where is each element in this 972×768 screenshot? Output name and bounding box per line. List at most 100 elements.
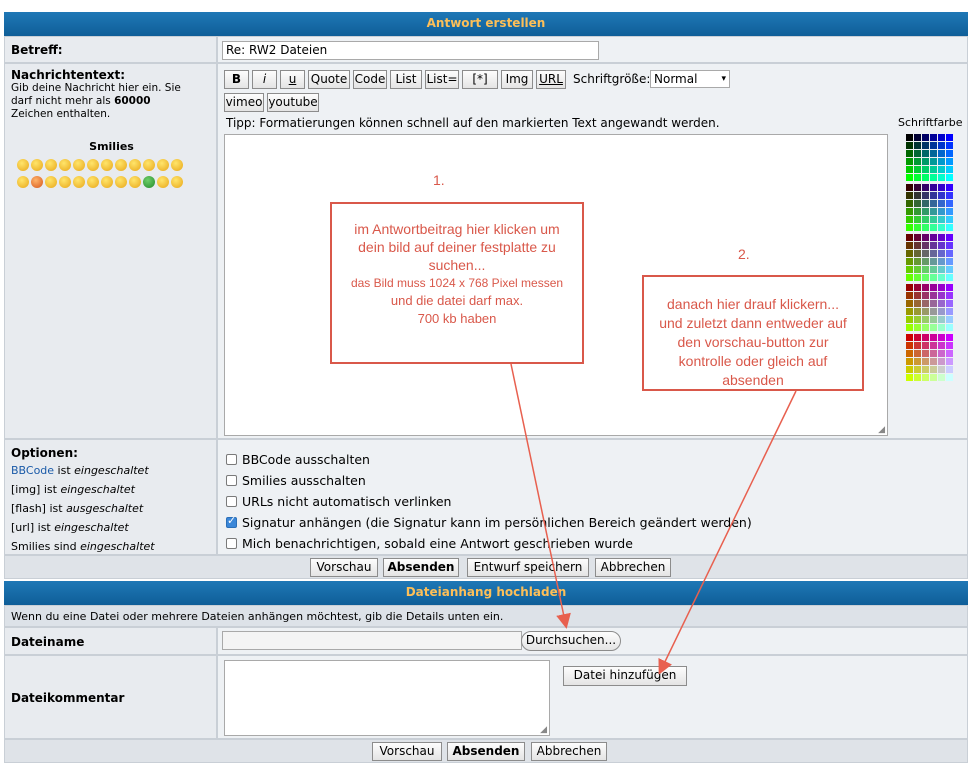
option-checkbox-label[interactable]: Mich benachrichtigen, sobald eine Antwor… <box>242 536 633 551</box>
color-swatch[interactable] <box>914 242 921 249</box>
smiley-icon[interactable] <box>59 176 71 188</box>
color-swatch[interactable] <box>930 292 937 299</box>
color-swatch[interactable] <box>914 158 921 165</box>
color-swatch[interactable] <box>922 216 929 223</box>
smiley-icon[interactable] <box>101 176 113 188</box>
toolbar-button-quote[interactable]: Quote <box>308 70 350 89</box>
color-swatch[interactable] <box>930 342 937 349</box>
color-swatch[interactable] <box>946 200 953 207</box>
color-swatch[interactable] <box>930 334 937 341</box>
smiley-icon[interactable] <box>101 159 113 171</box>
color-swatch[interactable] <box>930 258 937 265</box>
color-swatch[interactable] <box>946 216 953 223</box>
color-swatch[interactable] <box>906 350 913 357</box>
color-swatch[interactable] <box>946 258 953 265</box>
color-swatch[interactable] <box>922 258 929 265</box>
color-swatch[interactable] <box>922 284 929 291</box>
color-swatch[interactable] <box>938 274 945 281</box>
smiley-icon[interactable] <box>115 176 127 188</box>
color-swatch[interactable] <box>938 350 945 357</box>
color-swatch[interactable] <box>922 174 929 181</box>
color-swatch[interactable] <box>946 350 953 357</box>
color-swatch[interactable] <box>922 200 929 207</box>
color-swatch[interactable] <box>914 366 921 373</box>
color-swatch[interactable] <box>930 374 937 381</box>
smiley-icon[interactable] <box>87 176 99 188</box>
smiley-icon[interactable] <box>157 176 169 188</box>
color-swatch[interactable] <box>946 184 953 191</box>
color-swatch[interactable] <box>906 216 913 223</box>
color-swatch[interactable] <box>914 250 921 257</box>
color-swatch[interactable] <box>930 134 937 141</box>
smiley-icon[interactable] <box>17 176 29 188</box>
smiley-icon[interactable] <box>171 176 183 188</box>
color-swatch[interactable] <box>946 150 953 157</box>
color-swatch[interactable] <box>914 374 921 381</box>
color-swatch[interactable] <box>906 274 913 281</box>
color-swatch[interactable] <box>938 324 945 331</box>
color-swatch[interactable] <box>938 316 945 323</box>
toolbar-button-i[interactable]: i <box>252 70 277 89</box>
smiley-icon[interactable] <box>129 176 141 188</box>
color-swatch[interactable] <box>906 150 913 157</box>
color-swatch[interactable] <box>938 134 945 141</box>
color-swatch[interactable] <box>922 334 929 341</box>
color-swatch[interactable] <box>914 308 921 315</box>
color-swatch[interactable] <box>906 200 913 207</box>
color-swatch[interactable] <box>930 366 937 373</box>
color-swatch[interactable] <box>906 292 913 299</box>
color-swatch[interactable] <box>922 324 929 331</box>
toolbar-button-code[interactable]: Code <box>353 70 387 89</box>
color-swatch[interactable] <box>946 242 953 249</box>
color-swatch[interactable] <box>938 334 945 341</box>
color-swatch[interactable] <box>914 316 921 323</box>
color-swatch[interactable] <box>906 224 913 231</box>
color-swatch[interactable] <box>930 266 937 273</box>
color-swatch[interactable] <box>906 342 913 349</box>
color-swatch[interactable] <box>906 134 913 141</box>
color-swatch[interactable] <box>922 274 929 281</box>
color-swatch[interactable] <box>946 166 953 173</box>
color-swatch[interactable] <box>914 284 921 291</box>
color-swatch[interactable] <box>930 142 937 149</box>
color-swatch[interactable] <box>946 142 953 149</box>
color-swatch[interactable] <box>922 192 929 199</box>
color-swatch[interactable] <box>922 350 929 357</box>
smiley-icon[interactable] <box>129 159 141 171</box>
color-swatch[interactable] <box>922 224 929 231</box>
add-file-button[interactable]: Datei hinzufügen <box>563 666 687 686</box>
preview-button[interactable]: Vorschau <box>310 558 378 577</box>
font-size-select[interactable]: Normal ▾ <box>650 70 730 88</box>
color-swatch[interactable] <box>938 374 945 381</box>
color-swatch[interactable] <box>938 342 945 349</box>
color-swatch[interactable] <box>946 366 953 373</box>
color-swatch[interactable] <box>906 266 913 273</box>
color-swatch[interactable] <box>938 174 945 181</box>
smiley-icon[interactable] <box>171 159 183 171</box>
color-swatch[interactable] <box>906 208 913 215</box>
color-swatch[interactable] <box>906 250 913 257</box>
color-swatch[interactable] <box>914 216 921 223</box>
color-swatch[interactable] <box>922 208 929 215</box>
color-swatch[interactable] <box>938 300 945 307</box>
color-swatch[interactable] <box>946 250 953 257</box>
color-swatch[interactable] <box>946 324 953 331</box>
color-swatch[interactable] <box>938 292 945 299</box>
smiley-icon[interactable] <box>143 176 155 188</box>
color-swatch[interactable] <box>930 316 937 323</box>
color-swatch[interactable] <box>946 308 953 315</box>
toolbar-button-[interactable]: [*] <box>462 70 498 89</box>
color-swatch[interactable] <box>914 350 921 357</box>
color-swatch[interactable] <box>938 366 945 373</box>
color-swatch[interactable] <box>930 224 937 231</box>
color-swatch[interactable] <box>946 300 953 307</box>
color-swatch[interactable] <box>906 308 913 315</box>
smiley-icon[interactable] <box>157 159 169 171</box>
color-swatch[interactable] <box>906 192 913 199</box>
smiley-icon[interactable] <box>45 176 57 188</box>
color-swatch[interactable] <box>914 192 921 199</box>
color-swatch[interactable] <box>946 192 953 199</box>
color-swatch[interactable] <box>906 300 913 307</box>
smiley-icon[interactable] <box>73 159 85 171</box>
toolbar-button-youtube[interactable]: youtube <box>267 93 319 112</box>
